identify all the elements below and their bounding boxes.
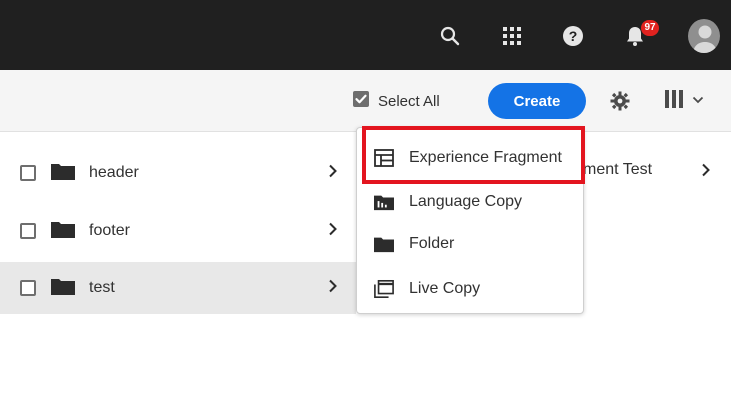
create-button[interactable]: Create [488,83,586,119]
folder-icon [51,162,75,185]
list-item-header[interactable]: header [0,147,356,199]
create-menu: Experience Fragment Language Copy Folder… [356,127,584,314]
list-item-test[interactable]: test [0,262,356,314]
chevron-right-icon[interactable] [328,279,338,298]
row-checkbox[interactable] [20,165,36,181]
user-avatar[interactable] [688,19,720,53]
row-label: header [89,164,139,181]
notification-count-badge: 97 [641,20,659,36]
menu-item-live-copy[interactable]: Live Copy [357,269,583,309]
chevron-right-icon[interactable] [328,164,338,183]
menu-item-folder[interactable]: Folder [357,224,583,264]
menu-item-language-copy[interactable]: Language Copy [357,182,583,222]
menu-item-experience-fragment[interactable]: Experience Fragment [357,138,583,178]
menu-item-label: Language Copy [409,193,522,210]
select-all-icon [352,90,370,112]
row-checkbox[interactable] [20,223,36,239]
folder-icon [51,277,75,300]
select-all-button[interactable]: Select All [352,90,440,112]
shell-header: ? 97 [0,0,731,70]
menu-item-label: Live Copy [409,280,481,297]
help-icon[interactable]: ? [557,20,589,52]
row-label: footer [89,222,130,239]
chevron-right-icon[interactable] [701,163,711,182]
chevron-down-icon [692,92,704,110]
select-all-label: Select All [378,92,440,110]
row-label: test [89,279,115,296]
action-bar: Select All Create [0,70,731,132]
next-column-item-label[interactable]: ment Test [583,161,652,179]
folder-icon [374,234,394,254]
list-item-footer[interactable]: footer [0,205,356,257]
menu-item-label: Folder [409,235,455,252]
column-view-icon [664,89,684,114]
svg-text:?: ? [569,28,578,44]
search-icon[interactable] [434,20,466,52]
row-checkbox[interactable] [20,280,36,296]
menu-item-label: Experience Fragment [409,149,562,166]
language-copy-icon [374,192,394,212]
apps-grid-icon[interactable] [496,20,528,52]
chevron-right-icon[interactable] [328,222,338,241]
live-copy-icon [374,279,394,299]
view-switcher[interactable] [664,88,704,114]
folder-icon [51,220,75,243]
experience-fragment-icon [374,148,394,168]
settings-gear-icon[interactable] [607,88,633,114]
